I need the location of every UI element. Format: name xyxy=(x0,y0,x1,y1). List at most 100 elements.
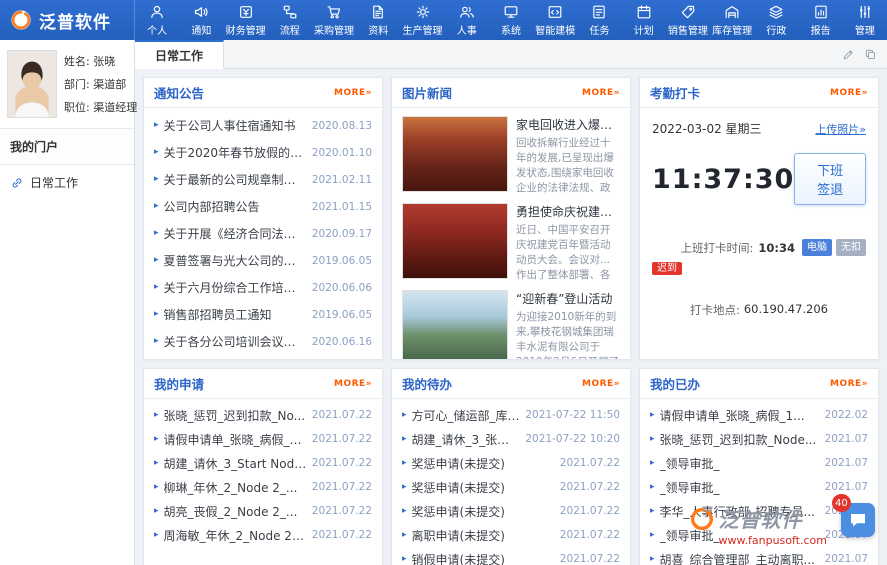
app-logo[interactable]: 泛普软件 xyxy=(0,0,135,40)
list-item: ▸关于公司人事住宿通知书2020.08.13 xyxy=(154,112,372,139)
news-photo-conference-stage[interactable] xyxy=(402,203,508,279)
news-title[interactable]: 家电回收进入爆发期 家电... xyxy=(516,116,620,133)
item-link[interactable]: 关于各分公司培训会议的通知 xyxy=(164,333,307,350)
nav-item-tag[interactable]: 销售管理 xyxy=(666,0,710,40)
bullet-icon: ▸ xyxy=(650,435,655,444)
bullet-icon: ▸ xyxy=(154,229,159,238)
news-photo-hiking-mountain[interactable] xyxy=(402,290,508,359)
sign-out-button[interactable]: 下班签退 xyxy=(794,153,866,205)
item-link[interactable]: 关于开展《经济合同法》的相关... xyxy=(164,225,307,242)
item-link[interactable]: 柳琳_年休_2_Node 2_... xyxy=(164,479,307,496)
nav-item-speaker[interactable]: 通知 xyxy=(179,0,223,40)
portal-header: 我的门户 xyxy=(0,129,134,165)
item-link[interactable]: 请假申请单_张晓_病假_1... xyxy=(660,407,820,424)
nav-item-cart[interactable]: 采购管理 xyxy=(312,0,356,40)
item-link[interactable]: 胡建_请休_3_张晓_退回 xyxy=(412,431,521,448)
news-item: 勇担使命庆祝建党百年、中...近日、中国平安召开庆祝建党百年暨活动动员大会。会议… xyxy=(402,203,620,281)
more-link-done[interactable]: MORE» xyxy=(830,379,868,389)
item-link[interactable]: 胡亮_丧假_2_Node 2_... xyxy=(164,503,307,520)
list-item: ▸公司内部招聘公告2021.01.15 xyxy=(154,193,372,220)
item-date: 2020.08.13 xyxy=(312,120,372,132)
more-link-attendance[interactable]: MORE» xyxy=(830,88,868,98)
item-link[interactable]: 关于公司人事住宿通知书 xyxy=(164,117,307,134)
item-link[interactable]: 奖惩申请(未提交) xyxy=(412,479,555,496)
nav-item-flow[interactable]: 流程 xyxy=(268,0,312,40)
item-link[interactable]: 关于2020年春节放假的通知 xyxy=(164,144,307,161)
person-icon xyxy=(149,4,165,20)
more-link-news[interactable]: MORE» xyxy=(582,88,620,98)
nav-item-sliders[interactable]: 管理 xyxy=(843,0,887,40)
upload-photo-link[interactable]: 上传照片» xyxy=(815,121,866,137)
item-link[interactable]: 请假申请单_张晓_病假_2... xyxy=(164,431,307,448)
item-date: 2021.07.22 xyxy=(312,457,372,469)
nav-label: 生产管理 xyxy=(403,22,443,37)
task-icon xyxy=(591,4,607,20)
switch-layout-icon[interactable] xyxy=(864,48,877,61)
nav-item-warehouse[interactable]: 库存管理 xyxy=(710,0,754,40)
news-title[interactable]: “迎新春”登山活动 xyxy=(516,290,620,307)
panel-attendance: 考勤打卡 MORE» 2022-03-02 星期三 上传照片» 11:37:30… xyxy=(639,77,879,360)
main-layout: 姓名: 张晓部门: 渠道部职位: 渠道经理 我的门户 日常工作 日常工作 通知公… xyxy=(0,40,887,565)
profile-field: 职位: 渠道经理 xyxy=(64,99,137,115)
layers-icon xyxy=(768,4,784,20)
nav-item-layers[interactable]: 行政 xyxy=(754,0,798,40)
item-link[interactable]: 周海敏_年休_2_Node 2_... xyxy=(164,527,307,544)
nav-label: 库存管理 xyxy=(712,22,752,37)
item-link[interactable]: _领导审批_ xyxy=(660,527,820,544)
item-link[interactable]: 离职申请(未提交) xyxy=(412,527,555,544)
item-link[interactable]: _领导审批_ xyxy=(660,455,820,472)
sidebar-menu: 日常工作 xyxy=(0,165,134,200)
todos-list: ▸方可心_储运部_库管员_晋...2021-07-22 11:50▸胡建_请休_… xyxy=(392,399,630,565)
item-link[interactable]: 关于最新的公司规章制度细节通知 xyxy=(164,171,307,188)
nav-item-finance[interactable]: 财务管理 xyxy=(223,0,267,40)
nav-label: 人事 xyxy=(457,22,477,37)
more-link-todos[interactable]: MORE» xyxy=(582,379,620,389)
checkin-time: 10:34 xyxy=(758,241,795,255)
item-link[interactable]: 张晓_惩罚_迟到扣款_Node... xyxy=(660,431,820,448)
nav-item-gear[interactable]: 生产管理 xyxy=(400,0,444,40)
nav-item-monitor[interactable]: 系统 xyxy=(489,0,533,40)
more-link-notices[interactable]: MORE» xyxy=(334,88,372,98)
item-link[interactable]: 关于六月份综合工作培训内容及... xyxy=(164,279,307,296)
nav-item-report[interactable]: 报告 xyxy=(799,0,843,40)
panel-applications: 我的申请 MORE» ▸张晓_惩罚_迟到扣款_No...2021.07.22▸请… xyxy=(143,368,383,565)
more-link-applications[interactable]: MORE» xyxy=(334,379,372,389)
item-link[interactable]: 奖惩申请(未提交) xyxy=(412,455,555,472)
bullet-icon: ▸ xyxy=(402,459,407,468)
panel-notices: 通知公告 MORE» ▸关于公司人事住宿通知书2020.08.13▸关于2020… xyxy=(143,77,383,360)
tab-daily-work[interactable]: 日常工作 xyxy=(135,40,224,69)
news-body: 为迎接2010新年的到来,攀枝花钢城集团瑞丰水泥有限公司于2010年2月6日开展… xyxy=(516,310,620,359)
item-link[interactable]: 李华_人事行政部_招聘专员... xyxy=(660,503,820,520)
nav-item-calendar[interactable]: 计划 xyxy=(622,0,666,40)
bullet-icon: ▸ xyxy=(650,411,655,420)
item-date: 2021.07.22 xyxy=(312,433,372,445)
list-item: ▸奖惩申请(未提交)2021.07.22 xyxy=(402,451,620,475)
item-link[interactable]: 张晓_惩罚_迟到扣款_No... xyxy=(164,407,307,424)
item-date: 2021.07 xyxy=(825,433,868,445)
tab-actions xyxy=(842,40,887,68)
list-item: ▸离职申请(未提交)2021.07.22 xyxy=(402,523,620,547)
nav-item-doc[interactable]: 资料 xyxy=(356,0,400,40)
item-link[interactable]: 奖惩申请(未提交) xyxy=(412,503,555,520)
sliders-icon xyxy=(857,4,873,20)
item-date: 2021.07 xyxy=(825,553,868,565)
item-link[interactable]: 胡建_请休_3_Start Node... xyxy=(164,455,307,472)
item-link[interactable]: 销假申请(未提交) xyxy=(412,551,555,565)
nav-item-code[interactable]: 智能建模 xyxy=(533,0,577,40)
item-link[interactable]: 销售部招聘员工通知 xyxy=(164,306,307,323)
news-item: “迎新春”登山活动为迎接2010新年的到来,攀枝花钢城集团瑞丰水泥有限公司于20… xyxy=(402,290,620,359)
item-link[interactable]: 胡喜_综合管理部_主动离职... xyxy=(660,551,820,565)
item-link[interactable]: 夏普签署与光大公司的大订单、... xyxy=(164,252,307,269)
item-link[interactable]: _领导审批_ xyxy=(660,479,820,496)
item-link[interactable]: 方可心_储运部_库管员_晋... xyxy=(412,407,521,424)
list-item: ▸关于六月份综合工作培训内容及...2020.06.06 xyxy=(154,274,372,301)
sidebar-item-daily-work[interactable]: 日常工作 xyxy=(0,165,134,200)
item-link[interactable]: 公司内部招聘公告 xyxy=(164,198,307,215)
nav-item-task[interactable]: 任务 xyxy=(577,0,621,40)
edit-icon[interactable] xyxy=(842,48,855,61)
chat-button[interactable]: 40 xyxy=(841,503,875,537)
nav-item-people[interactable]: 人事 xyxy=(445,0,489,40)
news-title[interactable]: 勇担使命庆祝建党百年、中... xyxy=(516,203,620,220)
news-photo-conference-banquet[interactable] xyxy=(402,116,508,192)
nav-item-person[interactable]: 个人 xyxy=(135,0,179,40)
